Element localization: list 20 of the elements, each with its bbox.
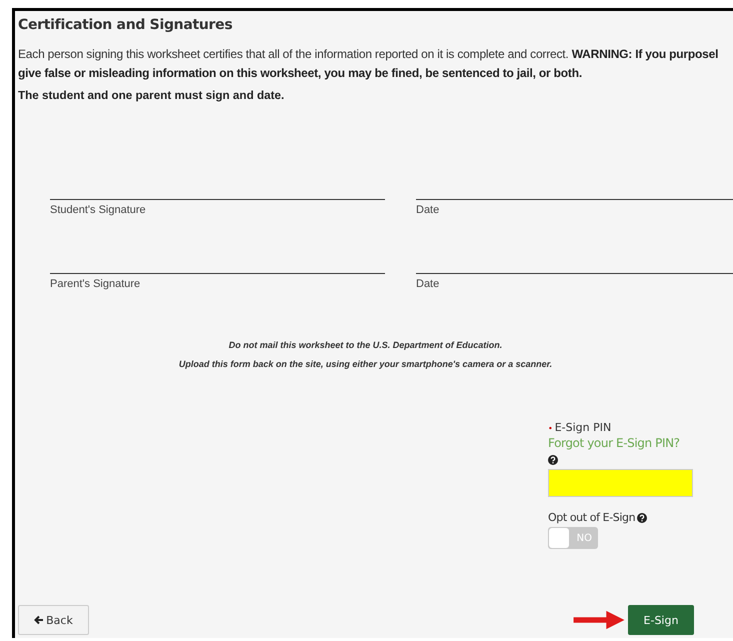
- section-title: Certification and Signatures: [18, 17, 234, 33]
- e-sign-button[interactable]: E-Sign: [628, 605, 694, 635]
- pin-field[interactable]: [548, 469, 693, 497]
- date-line[interactable]: Date: [416, 199, 733, 216]
- arrow-left-icon: [34, 615, 44, 625]
- signature-line[interactable]: Student's Signature: [50, 199, 385, 216]
- date-line[interactable]: Date: [416, 273, 733, 290]
- help-icon[interactable]: [637, 512, 648, 522]
- certification-text: give false or misleading information on this worksheet, you may be fined, be sentenced to jail, or both.: [18, 65, 583, 82]
- signature-line[interactable]: Parent's Signature: [50, 273, 385, 290]
- pin-label: E-Sign PIN: [554, 421, 612, 434]
- arrow-right-icon: [572, 610, 626, 630]
- requirement-text: The student and one parent must sign and date.: [18, 89, 286, 102]
- opt-out-label: Opt out of E-Sign: [548, 511, 636, 524]
- certification-text: Each person signing this worksheet certifies that all of the information reported on it is complete and correct. WARNING: If you purposel: [18, 46, 720, 63]
- back-button[interactable]: Back: [18, 605, 89, 635]
- notice-text: Upload this form back on the site, using either your smartphone's camera or a scanner.: [178, 359, 552, 369]
- required-mark: •: [548, 424, 553, 433]
- notice-text: Do not mail this worksheet to the U.S. Department of Education.: [228, 340, 502, 350]
- help-icon[interactable]: [548, 455, 558, 465]
